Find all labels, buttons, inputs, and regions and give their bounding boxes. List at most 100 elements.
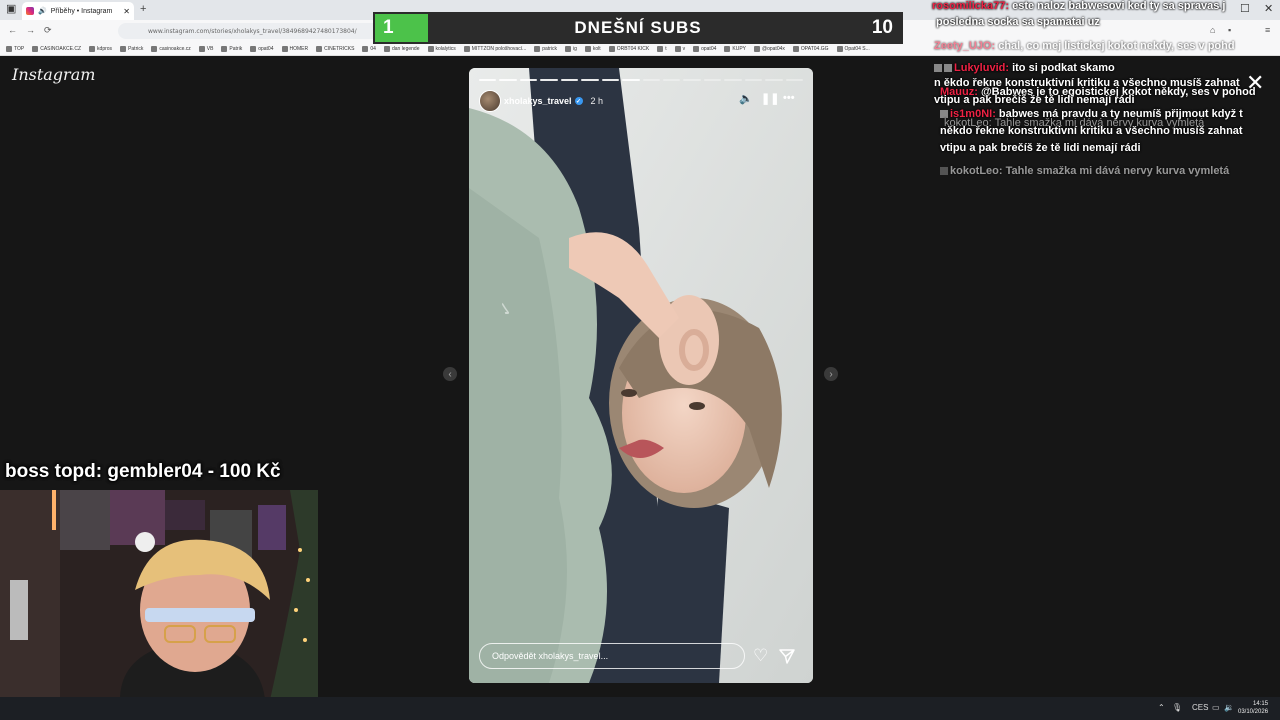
- bookmark-item[interactable]: OPAT04.GG: [792, 45, 829, 52]
- bookmark-item[interactable]: 04: [362, 45, 376, 52]
- pause-icon[interactable]: ❚❚: [761, 92, 779, 105]
- bookmark-icon: [792, 45, 799, 52]
- bookmark-label: MITTZON pološhovací...: [471, 45, 527, 52]
- bookmark-icon: [221, 45, 228, 52]
- story-time: 2 h: [590, 96, 604, 106]
- forward-icon[interactable]: →: [26, 25, 35, 35]
- bookmark-item[interactable]: CASINOAKCE.CZ: [32, 45, 82, 52]
- story-viewer[interactable]: ✓ xholakys_travel ✓ 2 h 🔈 ❚❚ ••• Odpověd…: [469, 68, 813, 683]
- network-icon[interactable]: ▭: [1212, 703, 1220, 712]
- username-text[interactable]: xholakys_travel: [504, 96, 572, 106]
- bookmark-item[interactable]: Patrick: [120, 45, 143, 52]
- bookmark-label: t: [665, 45, 667, 52]
- chevron-right-icon[interactable]: ›: [824, 367, 838, 381]
- chat-user: kokotLeo:: [950, 165, 1003, 177]
- bookmark-icon: [657, 45, 664, 52]
- story-photo: ✓: [469, 68, 813, 683]
- chat-user: Zeety_UJO:: [934, 40, 996, 52]
- bookmark-item[interactable]: patrick: [534, 45, 557, 52]
- instagram-favicon-icon: [26, 7, 34, 15]
- bookmark-label: @opat04x: [762, 45, 785, 52]
- chat-text: Tahle smažka mi dává nervy kurva vymletá: [1005, 165, 1230, 177]
- more-icon[interactable]: •••: [783, 92, 795, 104]
- heart-icon[interactable]: ♡: [753, 646, 768, 666]
- donation-banner: boss topd: gembler04 - 100 Kč: [5, 461, 281, 482]
- bookmark-item[interactable]: opat04: [693, 45, 717, 52]
- chat-message: posledna socka sa spamatai uz: [936, 16, 1100, 28]
- subs-goal: 10: [871, 17, 893, 38]
- bookmark-label: VB: [206, 45, 214, 52]
- bookmark-label: 04: [370, 45, 376, 52]
- chat-message: vtipu a pak brečíš že tě lidi nemají rád…: [934, 94, 1135, 106]
- window-menu-icon[interactable]: ▣: [6, 2, 16, 15]
- story-progress-segment: [662, 79, 681, 81]
- bookmark-icon: [693, 45, 700, 52]
- bookmark-item[interactable]: casinoakce.cz: [151, 45, 191, 52]
- bookmark-icon: [565, 45, 571, 52]
- bookmark-item[interactable]: kolalytics: [427, 45, 456, 52]
- chat-text: vtipu a pak brečíš že tě lidi nemají rád…: [934, 94, 1135, 106]
- tab-speaker-icon[interactable]: 🔊: [38, 7, 47, 15]
- bookmark-item[interactable]: kolt: [584, 45, 601, 52]
- instagram-logo[interactable]: Instagram: [12, 65, 95, 84]
- bookmark-icon: [674, 45, 681, 52]
- story-progress-segment: [785, 79, 803, 81]
- bookmark-icon: [316, 45, 323, 52]
- story-username[interactable]: xholakys_travel ✓ 2 h: [504, 96, 603, 106]
- bookmark-label: v: [682, 45, 686, 52]
- bookmark-label: KUPY: [732, 45, 747, 52]
- clock[interactable]: 14:15 03/10/2026: [1238, 700, 1268, 716]
- bookmark-item[interactable]: KUPY: [724, 45, 747, 52]
- reply-input[interactable]: Odpovědět xholakys_travel...: [479, 643, 745, 669]
- chat-user: rosomilicka77:: [932, 0, 1010, 12]
- chat-text: chal, co mej listickej kokot nekdy, ses …: [998, 40, 1235, 52]
- tray-chevron-icon[interactable]: ⌃: [1158, 703, 1165, 712]
- bookmark-icon: [534, 45, 541, 52]
- send-icon[interactable]: [779, 648, 795, 664]
- bookmark-label: CINETRICKS: [324, 45, 355, 52]
- taskbar: ⌃ 🎙 CES ▭ 🔉 14:15 03/10/2026: [0, 697, 1280, 720]
- bookmark-item[interactable]: t: [657, 45, 667, 52]
- bookmark-item[interactable]: @opat04x: [754, 45, 785, 52]
- bookmark-label: Opat04 S...: [844, 45, 870, 52]
- volume-icon[interactable]: 🔉: [1224, 703, 1234, 712]
- back-icon[interactable]: ←: [8, 25, 17, 35]
- reply-placeholder: Odpovědět xholakys_travel...: [492, 651, 609, 661]
- bookmark-icon: [362, 45, 369, 52]
- bookmark-item[interactable]: ig: [565, 45, 577, 52]
- bookmark-item[interactable]: Patrik: [221, 45, 242, 52]
- bookmark-label: ig: [573, 45, 577, 52]
- chat-user: Lukyluvid:: [954, 62, 1010, 74]
- bookmark-item[interactable]: kdpros: [89, 45, 112, 52]
- bookmark-label: ORBT04 KICK: [616, 45, 650, 52]
- mute-icon[interactable]: 🔈: [739, 92, 753, 105]
- bookmark-item[interactable]: HOMER: [281, 45, 309, 52]
- bookmark-item[interactable]: CINETRICKS: [316, 45, 355, 52]
- bookmark-icon: [151, 45, 158, 52]
- bookmark-label: CASINOAKCE.CZ: [40, 45, 82, 52]
- bookmark-item[interactable]: VB: [198, 45, 214, 52]
- story-progress-segment: [479, 79, 497, 81]
- chevron-left-icon[interactable]: ‹: [443, 367, 457, 381]
- reload-icon[interactable]: ⟳: [44, 25, 52, 36]
- bookmark-label: HOMER: [289, 45, 309, 52]
- bookmark-item[interactable]: Opat04 S...: [836, 45, 870, 52]
- avatar[interactable]: [479, 90, 501, 112]
- language-indicator[interactable]: CES: [1192, 703, 1208, 712]
- bookmark-item[interactable]: MITTZON pološhovací...: [463, 45, 527, 52]
- bookmark-item[interactable]: TOP: [6, 45, 24, 52]
- bookmark-icon: [383, 45, 390, 52]
- bookmark-item[interactable]: opat04: [250, 45, 274, 52]
- story-progress-segment: [642, 79, 660, 81]
- tab-title: Příběhy • Instagram: [50, 7, 113, 15]
- subs-title: DNEŠNÍ SUBS: [574, 18, 702, 37]
- mic-icon[interactable]: 🎙: [1172, 703, 1182, 712]
- browser-tab[interactable]: 🔊 Příběhy • Instagram ✕: [22, 2, 134, 20]
- clock-time: 14:15: [1253, 701, 1269, 707]
- bookmark-item[interactable]: dan legende: [383, 45, 420, 52]
- tab-close-icon[interactable]: ✕: [123, 7, 130, 16]
- new-tab-button[interactable]: +: [140, 3, 146, 15]
- bookmark-item[interactable]: ORBT04 KICK: [608, 45, 650, 52]
- bookmark-item[interactable]: v: [674, 45, 686, 52]
- bookmark-label: opat04: [701, 45, 717, 52]
